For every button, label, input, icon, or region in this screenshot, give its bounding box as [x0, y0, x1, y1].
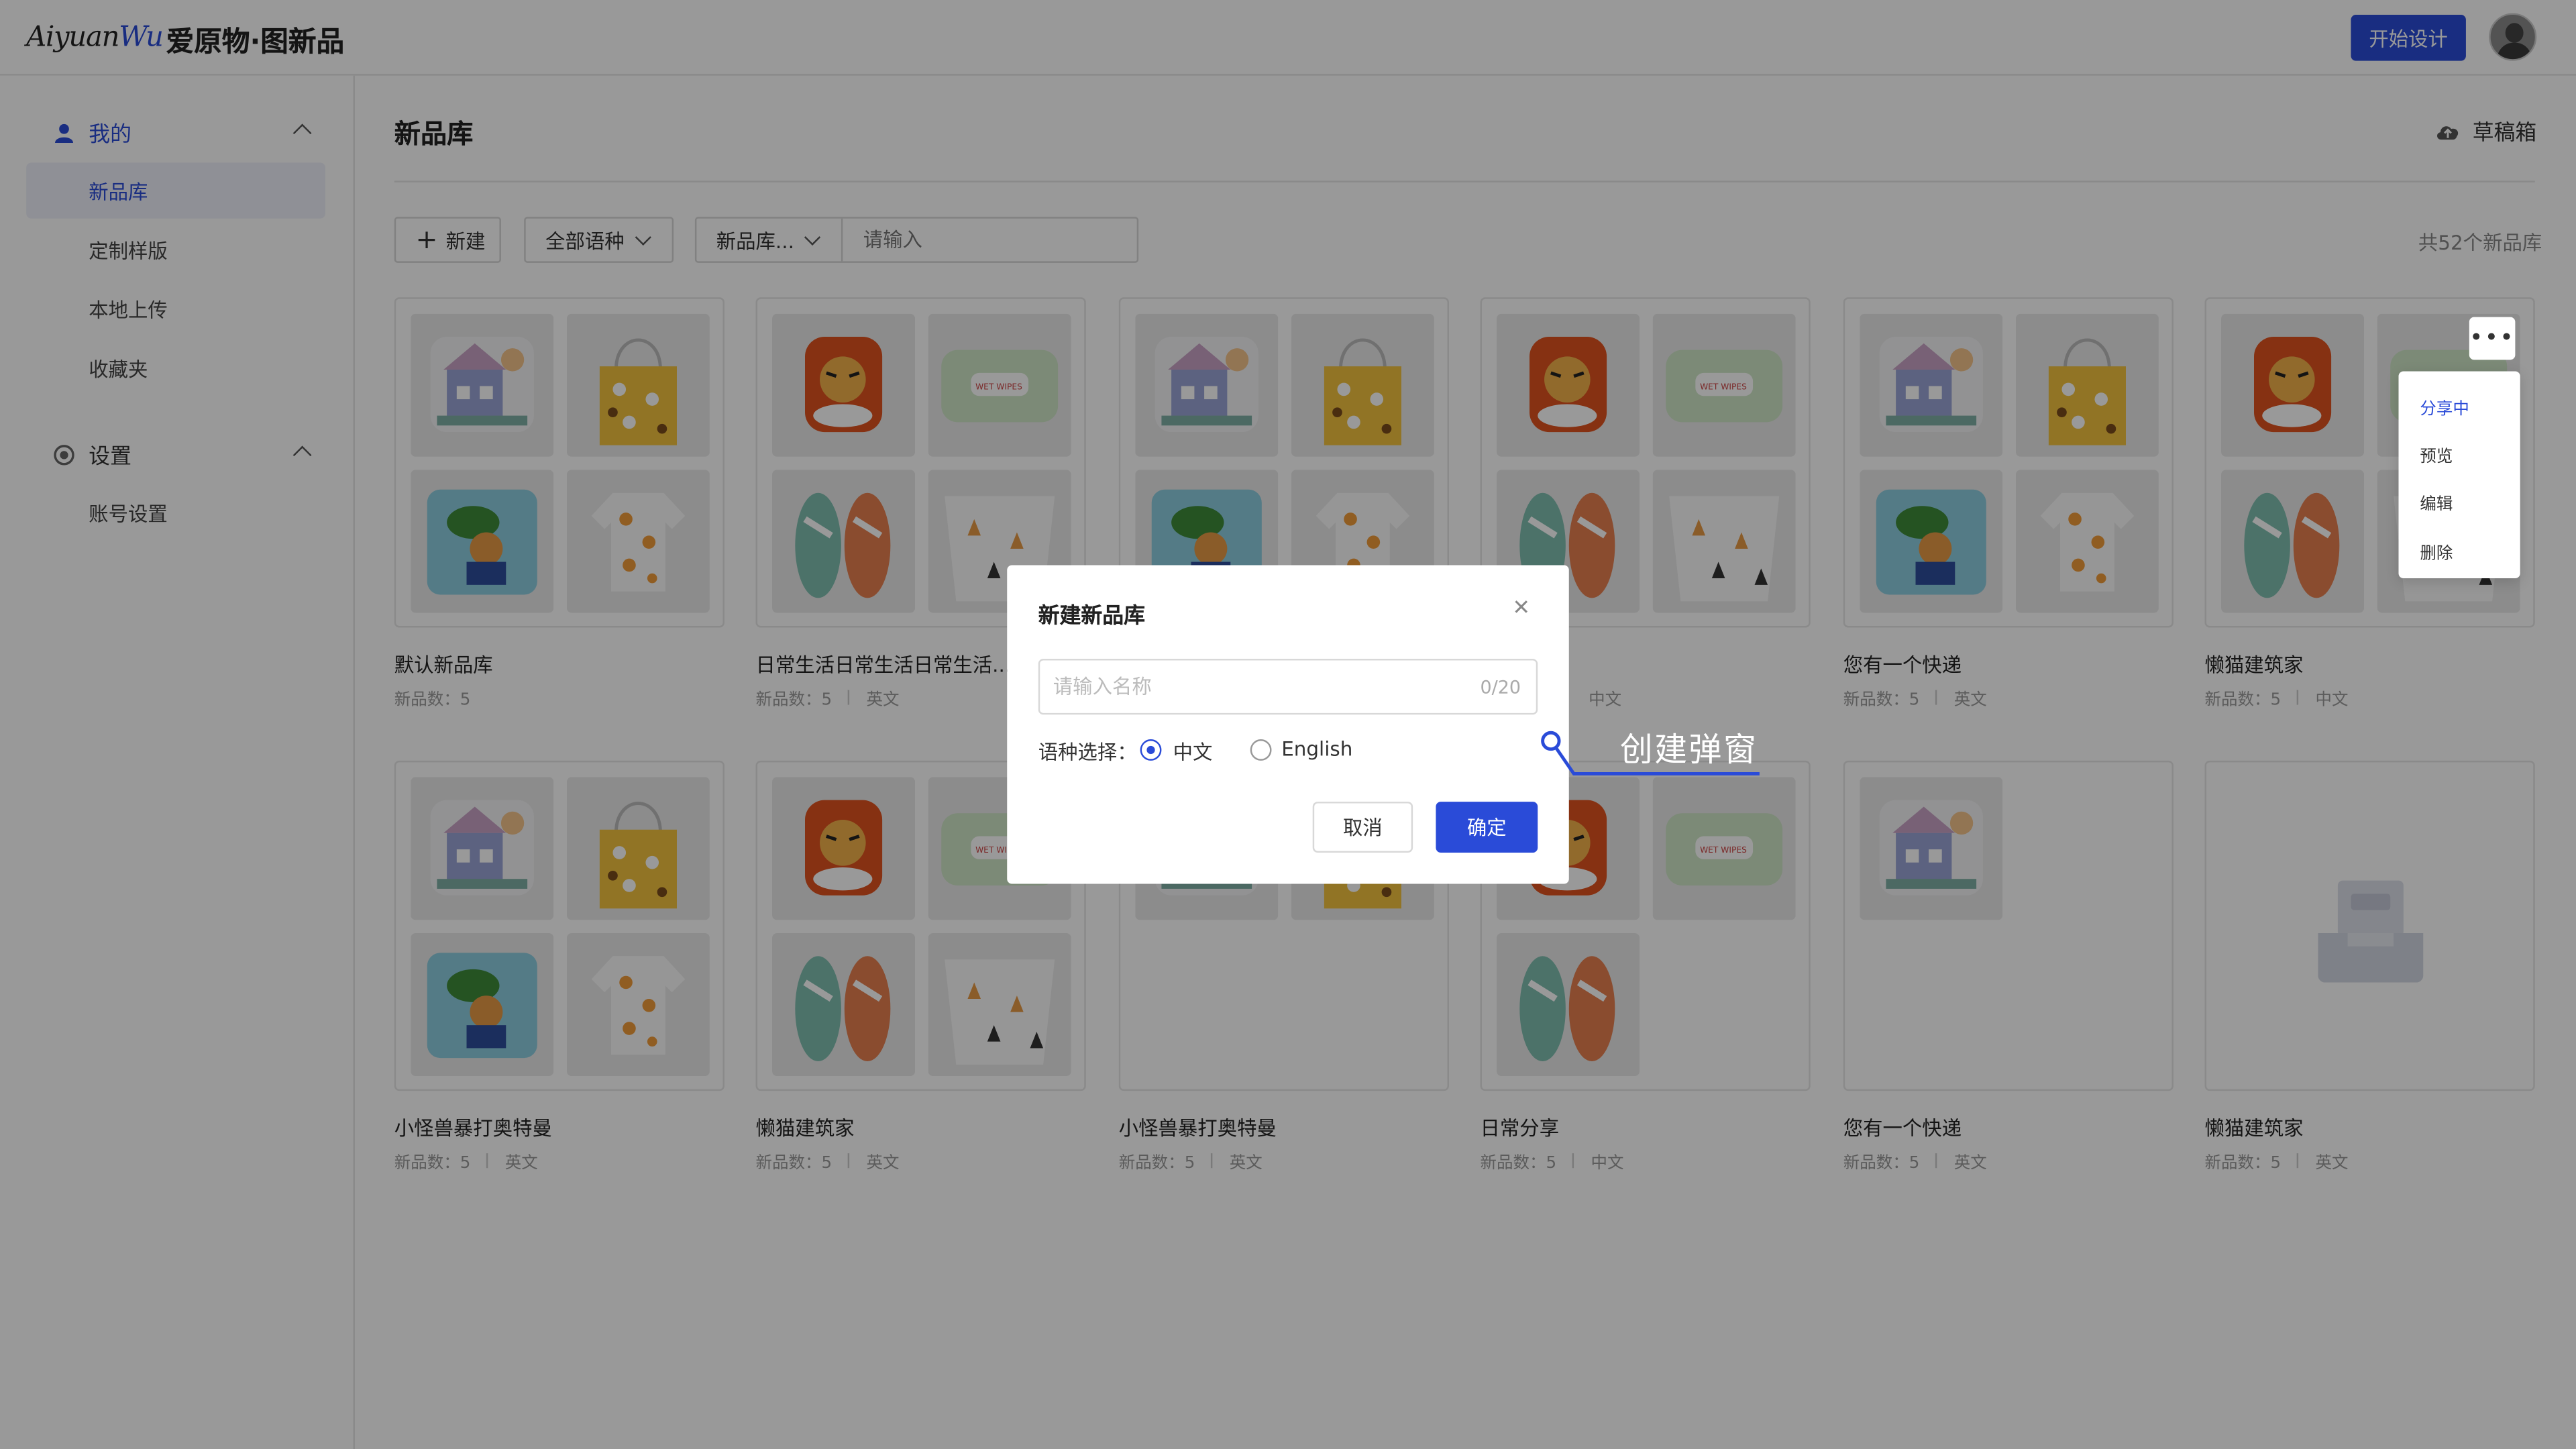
menu-item-share[interactable]: 分享中: [2420, 394, 2469, 419]
annotation-label: 创建弹窗: [1619, 729, 1758, 769]
app-root: AiyuanWu 爱原物·图新品 开始设计 我的 新品库 定制样版 本地上传 收…: [0, 0, 2576, 1449]
card-context-menu: 分享中 预览 编辑 删除: [2398, 371, 2520, 579]
radio-english[interactable]: [1250, 739, 1272, 761]
menu-item-delete[interactable]: 删除: [2420, 539, 2453, 564]
dialog-title: 新建新品库: [1038, 604, 1145, 629]
cancel-button[interactable]: 取消: [1312, 802, 1413, 853]
language-label: 语种选择：: [1038, 741, 1137, 764]
more-icon: •••: [2469, 325, 2516, 352]
confirm-button[interactable]: 确定: [1436, 802, 1538, 853]
radio-chinese[interactable]: [1140, 739, 1162, 761]
library-name-input[interactable]: [1038, 659, 1538, 715]
radio-chinese-label[interactable]: 中文: [1173, 738, 1213, 766]
char-counter: 0/20: [1480, 676, 1521, 698]
menu-item-edit[interactable]: 编辑: [2420, 490, 2453, 515]
close-icon[interactable]: ✕: [1510, 597, 1533, 621]
more-options-button[interactable]: •••: [2469, 317, 2516, 360]
radio-english-label[interactable]: English: [1281, 738, 1352, 761]
menu-item-preview[interactable]: 预览: [2420, 442, 2453, 467]
create-library-dialog: 新建新品库 ✕ 0/20 语种选择： 中文 English 取消 确定: [1007, 565, 1569, 884]
